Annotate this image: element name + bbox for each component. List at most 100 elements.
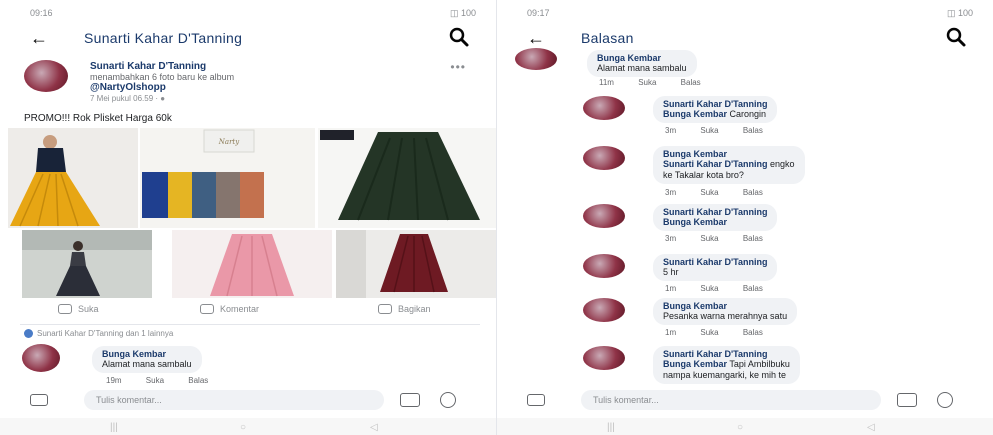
reply-mention[interactable]: Sunarti Kahar D'Tanning — [663, 159, 767, 169]
reply-author[interactable]: Bunga Kembar — [663, 301, 787, 311]
comment-bubble[interactable]: Bunga Kembar Alamat mana sambalu — [92, 346, 202, 373]
reply-text: 5 hr — [663, 267, 679, 277]
comment-like[interactable]: Suka — [638, 78, 656, 87]
reply-bubble[interactable]: Sunarti Kahar D'Tanning 5 hr — [653, 254, 778, 281]
comment-text: Alamat mana sambalu — [597, 63, 687, 73]
gif-icon[interactable] — [897, 393, 917, 407]
status-bar: 09:16 ◫ 100 — [0, 6, 496, 22]
reply-like[interactable]: Suka — [700, 234, 718, 243]
reply-reply[interactable]: Balas — [743, 328, 763, 337]
product-photo-skirt-colors[interactable]: Narty — [140, 128, 315, 228]
comment-input[interactable]: Tulis komentar... — [84, 390, 384, 410]
reactions-text: Sunarti Kahar D'Tanning dan 1 lainnya — [37, 329, 174, 338]
reply-author[interactable]: Sunarti Kahar D'Tanning — [663, 99, 767, 109]
status-bar: 09:17 ◫ 100 — [497, 6, 993, 22]
search-icon[interactable] — [945, 26, 967, 48]
like-reaction-icon — [24, 329, 33, 338]
back-arrow-icon[interactable]: ← — [30, 28, 48, 49]
comment-like[interactable]: Suka — [146, 376, 164, 385]
camera-icon[interactable] — [527, 394, 545, 406]
reply-reply[interactable]: Balas — [743, 234, 763, 243]
reply-bubble[interactable]: Sunarti Kahar D'Tanning Bunga Kembar Car… — [653, 96, 778, 123]
reply-reply[interactable]: Balas — [743, 188, 763, 197]
recent-apps-button[interactable]: ||| — [607, 422, 615, 433]
back-arrow-icon[interactable]: ← — [527, 28, 545, 49]
avatar[interactable] — [515, 48, 557, 70]
comment-reply[interactable]: Balas — [681, 78, 701, 87]
nav-back-button[interactable]: ◁ — [867, 422, 875, 433]
reply-mention[interactable]: Bunga Kembar — [663, 217, 727, 227]
share-label: Bagikan — [398, 304, 431, 314]
comment-reply[interactable]: Balas — [188, 376, 208, 385]
reply-bubble[interactable]: Bunga Kembar Pesanka warna merahnya satu — [653, 298, 798, 325]
reply-bubble[interactable]: Sunarti Kahar D'Tanning Bunga Kembar — [653, 204, 778, 231]
product-photo-green-skirt[interactable] — [318, 128, 496, 228]
product-photo-maroon-skirt[interactable] — [336, 230, 496, 298]
recent-apps-button[interactable]: ||| — [110, 422, 118, 433]
reply-author[interactable]: Sunarti Kahar D'Tanning — [663, 257, 767, 267]
reply-body: Carongin — [727, 109, 767, 119]
reply-like[interactable]: Suka — [700, 328, 718, 337]
post-header: Sunarti Kahar D'Tanning menambahkan 6 fo… — [20, 60, 480, 108]
system-nav-bar: ||| ○ ◁ — [497, 418, 993, 435]
emoji-icon[interactable] — [440, 392, 456, 408]
nav-back-button[interactable]: ◁ — [370, 422, 378, 433]
reply-meta: 1m Suka Balas — [665, 284, 785, 293]
avatar[interactable] — [24, 60, 68, 92]
avatar[interactable] — [583, 96, 625, 120]
reply-time: 3m — [665, 234, 677, 243]
app-bar: ← Sunarti Kahar D'Tanning — [0, 24, 496, 54]
reply-bubble[interactable]: Sunarti Kahar D'Tanning Bunga Kembar Tap… — [653, 346, 800, 384]
post-author[interactable]: Sunarti Kahar D'Tanning — [90, 61, 206, 72]
home-button[interactable]: ○ — [240, 422, 246, 433]
search-icon[interactable] — [448, 26, 470, 48]
reactions-summary[interactable]: Sunarti Kahar D'Tanning dan 1 lainnya — [24, 329, 173, 338]
reply-mention[interactable]: Bunga Kembar — [663, 109, 727, 119]
gif-icon[interactable] — [400, 393, 420, 407]
comment-author[interactable]: Bunga Kembar — [102, 349, 192, 359]
avatar[interactable] — [583, 346, 625, 370]
comment-author[interactable]: Bunga Kembar — [597, 53, 687, 63]
reply-author[interactable]: Bunga Kembar — [663, 149, 795, 159]
avatar[interactable] — [22, 344, 60, 372]
more-options-icon[interactable]: ••• — [450, 60, 466, 74]
avatar[interactable] — [583, 146, 625, 170]
comment-composer: Tulis komentar... — [497, 388, 993, 412]
reply-like[interactable]: Suka — [700, 188, 718, 197]
avatar[interactable] — [583, 204, 625, 228]
comment-composer: Tulis komentar... — [0, 388, 496, 412]
avatar[interactable] — [583, 298, 625, 322]
avatar[interactable] — [583, 254, 625, 278]
share-button[interactable]: Bagikan — [378, 304, 431, 314]
reply-body: Tapi Ambilbuku — [727, 359, 790, 369]
product-photo-dark-skirt[interactable] — [22, 230, 152, 298]
camera-icon[interactable] — [30, 394, 48, 406]
reply-like[interactable]: Suka — [700, 126, 718, 135]
reply-author[interactable]: Sunarti Kahar D'Tanning — [663, 207, 767, 217]
comment-meta: 19m Suka Balas — [106, 376, 230, 385]
reply-text: Pesanka warna merahnya satu — [663, 311, 788, 321]
comment-text: Alamat mana sambalu — [102, 359, 192, 369]
product-photo-pink-skirt[interactable] — [172, 230, 332, 298]
reply-meta: 3m Suka Balas — [665, 234, 785, 243]
post-page-tag[interactable]: @NartyOlshopp — [90, 82, 166, 93]
comment-bubble[interactable]: Bunga Kembar Alamat mana sambalu — [587, 50, 697, 77]
emoji-icon[interactable] — [937, 392, 953, 408]
reply-reply[interactable]: Balas — [743, 126, 763, 135]
reply-text-line2: nampa kuemangarki, ke mih te — [663, 370, 787, 380]
reply-bubble[interactable]: Bunga Kembar Sunarti Kahar D'Tanning eng… — [653, 146, 805, 184]
like-button[interactable]: Suka — [58, 304, 99, 314]
reply-reply[interactable]: Balas — [743, 284, 763, 293]
reply-mention[interactable]: Bunga Kembar — [663, 359, 727, 369]
product-photo-yellow-skirt[interactable] — [8, 128, 138, 228]
reply-meta: 3m Suka Balas — [665, 126, 785, 135]
reply-time: 3m — [665, 126, 677, 135]
home-button[interactable]: ○ — [737, 422, 743, 433]
comment-label: Komentar — [220, 304, 260, 314]
system-nav-bar: ||| ○ ◁ — [0, 418, 496, 435]
comment-input[interactable]: Tulis komentar... — [581, 390, 881, 410]
reply-body: engko — [767, 159, 795, 169]
reply-like[interactable]: Suka — [700, 284, 718, 293]
comment-button[interactable]: Komentar — [200, 304, 259, 314]
reply-author[interactable]: Sunarti Kahar D'Tanning — [663, 349, 790, 359]
